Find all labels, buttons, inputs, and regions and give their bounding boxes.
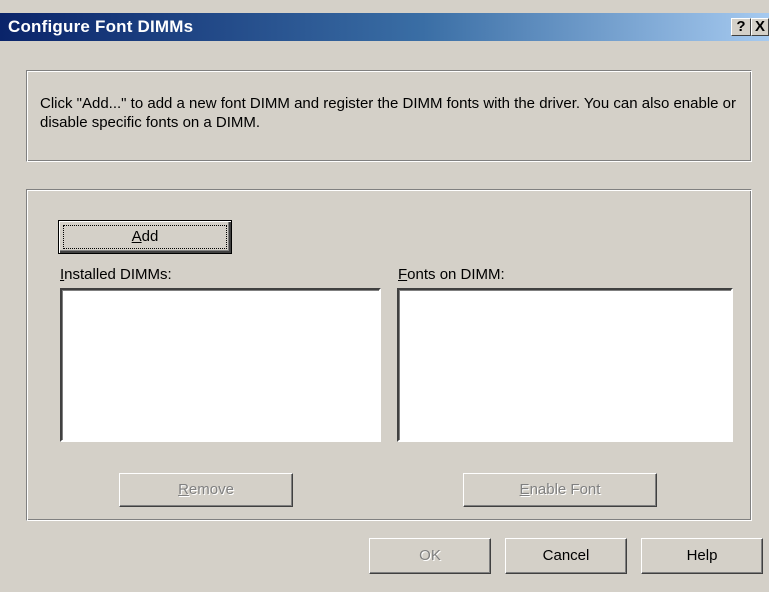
help-icon[interactable]: ?	[731, 18, 751, 36]
ok-button[interactable]: OK	[369, 538, 491, 574]
help-button[interactable]: Help	[641, 538, 763, 574]
window-title: Configure Font DIMMs	[8, 17, 194, 36]
fonts-on-dimm-label: Fonts on DIMM:	[398, 266, 505, 283]
installed-dimms-list[interactable]	[60, 288, 381, 442]
cancel-button[interactable]: Cancel	[505, 538, 627, 574]
title-bar[interactable]: Configure Font DIMMs ? X	[0, 13, 769, 41]
configure-font-dimms-dialog: Configure Font DIMMs ? X Click "Add..." …	[0, 0, 769, 592]
enable-font-button[interactable]: Enable Font	[463, 473, 657, 507]
add-button[interactable]: Add	[58, 220, 232, 254]
description-text: Click "Add..." to add a new font DIMM an…	[40, 95, 736, 131]
installed-dimms-label: Installed DIMMs:	[60, 266, 172, 283]
remove-button[interactable]: Remove	[119, 473, 293, 507]
close-icon[interactable]: X	[751, 18, 769, 36]
fonts-on-dimm-list[interactable]	[397, 288, 733, 442]
focus-rect	[63, 225, 227, 249]
